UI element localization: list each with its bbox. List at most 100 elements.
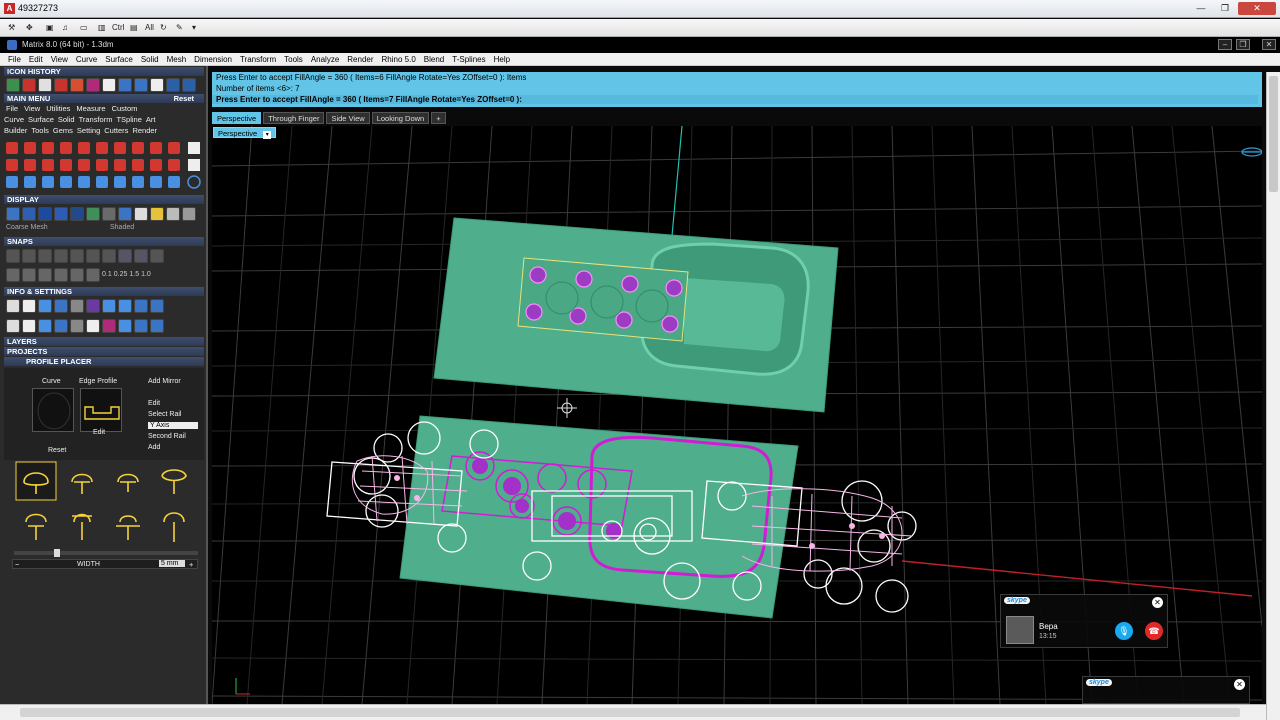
mm-gems[interactable]: Gems	[53, 126, 73, 135]
settings-icon[interactable]: ✥	[26, 21, 33, 35]
tab-perspective[interactable]: Perspective	[212, 112, 262, 124]
main-menu-header[interactable]: MAIN MENU Reset	[4, 94, 204, 103]
menu-help[interactable]: Help	[494, 55, 510, 64]
print-icon[interactable]: ▤	[130, 21, 138, 35]
info-tool-icon[interactable]	[150, 319, 164, 333]
icon-history-header[interactable]: ICON HISTORY	[4, 67, 204, 76]
menu-tools[interactable]: Tools	[284, 55, 303, 64]
option-edit[interactable]: Edit	[148, 400, 160, 407]
skype-mini-close-icon[interactable]: ✕	[1234, 679, 1245, 690]
menu-view[interactable]: View	[51, 55, 68, 64]
curve-preview[interactable]	[32, 388, 74, 432]
dropdown-icon[interactable]: ▾	[192, 21, 196, 35]
monitor-icon[interactable]: ▥	[98, 21, 106, 35]
display-mode-icon[interactable]	[182, 207, 196, 221]
snap-icon[interactable]	[102, 249, 116, 263]
info-tool-icon[interactable]	[118, 299, 132, 313]
info-tool-icon[interactable]	[22, 299, 36, 313]
menu-transform[interactable]: Transform	[240, 55, 276, 64]
menu-dimension[interactable]: Dimension	[194, 55, 232, 64]
info-tool-icon[interactable]	[38, 319, 52, 333]
display-mesh-label[interactable]: Coarse Mesh	[6, 224, 48, 231]
menu-edit[interactable]: Edit	[29, 55, 43, 64]
info-tool-icon[interactable]	[86, 319, 100, 333]
info-tool-icon[interactable]	[54, 299, 68, 313]
refresh-icon[interactable]: ↻	[160, 21, 167, 35]
display-header[interactable]: DISPLAY	[4, 195, 204, 204]
snap-icon[interactable]	[54, 249, 68, 263]
tab-through-finger[interactable]: Through Finger	[263, 112, 325, 124]
vertical-scrollbar[interactable]	[1266, 72, 1280, 720]
display-mode-icon[interactable]	[70, 207, 84, 221]
layers-header[interactable]: LAYERS	[4, 337, 204, 346]
info-tool-icon[interactable]	[102, 319, 116, 333]
mm-surface[interactable]: Surface	[28, 115, 54, 124]
info-tool-icon[interactable]	[6, 319, 20, 333]
info-tool-icon[interactable]	[150, 299, 164, 313]
menu-blend[interactable]: Blend	[424, 55, 444, 64]
width-increase-button[interactable]: +	[189, 560, 193, 569]
profile-placer-header[interactable]: PROFILE PLACER	[4, 357, 204, 366]
info-tool-icon[interactable]	[118, 319, 132, 333]
info-tool-icon[interactable]	[134, 319, 148, 333]
window-icon[interactable]: ▣	[46, 21, 54, 35]
profile-slider-track[interactable]	[14, 549, 198, 557]
snap-value[interactable]: 0.1	[102, 268, 112, 282]
all-key[interactable]: All	[145, 21, 154, 35]
mm-custom[interactable]: Custom	[112, 104, 138, 113]
app-close-button[interactable]: ✕	[1262, 39, 1276, 50]
history-tool-icon[interactable]	[102, 78, 116, 92]
display-mode-icon[interactable]	[86, 207, 100, 221]
mm-render[interactable]: Render	[132, 126, 157, 135]
app-minimize-button[interactable]: –	[1218, 39, 1232, 50]
snap-icon[interactable]	[70, 249, 84, 263]
history-tool-icon[interactable]	[118, 78, 132, 92]
snap-value[interactable]: 1.5	[129, 268, 139, 282]
option-add[interactable]: Add	[148, 444, 160, 451]
snap-icon[interactable]	[6, 249, 20, 263]
snap-value[interactable]: 0.25	[114, 268, 128, 282]
history-back-icon[interactable]	[166, 78, 180, 92]
add-tab-button[interactable]: +	[431, 112, 446, 124]
info-tool-icon[interactable]	[102, 299, 116, 313]
speaker-icon[interactable]: ♫	[62, 21, 68, 35]
snap-icon[interactable]	[118, 249, 132, 263]
mm-tspline[interactable]: TSpline	[116, 115, 141, 124]
minimize-button[interactable]: —	[1190, 2, 1212, 15]
mm-curve[interactable]: Curve	[4, 115, 24, 124]
info-tool-icon[interactable]	[134, 299, 148, 313]
ctrl-key[interactable]: Ctrl	[112, 21, 124, 35]
main-menu-reset[interactable]: Reset	[174, 94, 194, 103]
snap-icon[interactable]	[150, 249, 164, 263]
info-tool-icon[interactable]	[70, 319, 84, 333]
snap-icon[interactable]	[6, 268, 20, 282]
projects-header[interactable]: PROJECTS	[4, 347, 204, 356]
mm-cutters[interactable]: Cutters	[104, 126, 128, 135]
info-tool-icon[interactable]	[86, 299, 100, 313]
info-settings-header[interactable]: INFO & SETTINGS	[4, 287, 204, 296]
menu-file[interactable]: File	[8, 55, 21, 64]
snap-icon[interactable]	[70, 268, 84, 282]
snap-icon[interactable]	[86, 268, 100, 282]
snaps-header[interactable]: SNAPS	[4, 237, 204, 246]
display-mode-icon[interactable]	[22, 207, 36, 221]
display-mode-icon[interactable]	[118, 207, 132, 221]
snap-value[interactable]: 1.0	[141, 268, 151, 282]
menu-solid[interactable]: Solid	[141, 55, 159, 64]
edit-button[interactable]: Edit	[93, 429, 105, 436]
history-tool-icon[interactable]	[6, 78, 20, 92]
menu-rhino[interactable]: Rhino 5.0	[382, 55, 416, 64]
display-mode-icon[interactable]	[102, 207, 116, 221]
mm-tools[interactable]: Tools	[31, 126, 49, 135]
snap-icon[interactable]	[22, 249, 36, 263]
history-tool-icon[interactable]	[150, 78, 164, 92]
brush-icon[interactable]: ✎	[176, 21, 183, 35]
vertical-scroll-thumb[interactable]	[1269, 76, 1278, 192]
snap-icon[interactable]	[22, 268, 36, 282]
mm-setting[interactable]: Setting	[77, 126, 100, 135]
info-tool-icon[interactable]	[22, 319, 36, 333]
profile-reset-button[interactable]: Reset	[48, 447, 66, 454]
display-mode-icon[interactable]	[6, 207, 20, 221]
display-mode-icon[interactable]	[54, 207, 68, 221]
mm-art[interactable]: Art	[146, 115, 156, 124]
